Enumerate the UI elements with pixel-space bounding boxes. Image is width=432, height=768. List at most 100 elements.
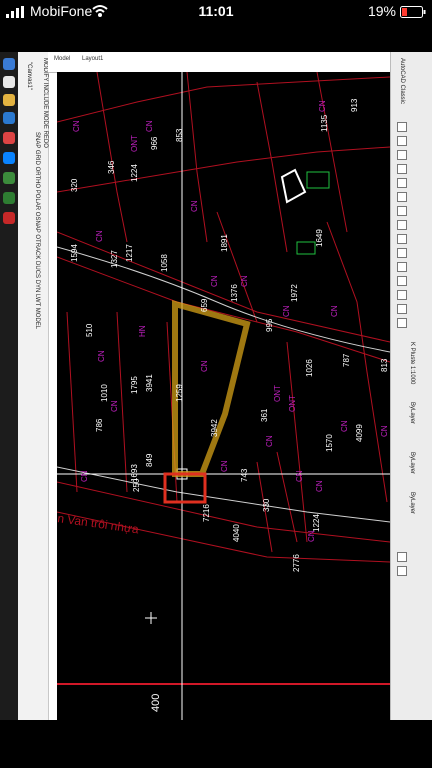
land-code: CN	[95, 230, 104, 242]
scale-selector[interactable]: K Pluste 1:1000	[409, 342, 415, 384]
parcel-number: 659	[200, 298, 209, 312]
parcel-number: 1217	[125, 244, 134, 262]
status-toggles[interactable]: SNAP GRID ORTHO POLAR OSNAP OTRACK DUCS …	[34, 132, 40, 329]
parcel-number: 1327	[110, 250, 119, 268]
toolbar-button[interactable]	[397, 164, 407, 174]
layer-lineweight-select[interactable]: ByLayer	[409, 492, 415, 514]
parcel-number: 743	[240, 468, 249, 482]
land-code: CN	[110, 400, 119, 412]
parcel-number: 1795	[130, 376, 139, 394]
parcel-number: 250	[132, 478, 141, 492]
green-app-icon[interactable]	[3, 172, 15, 184]
parcel-number: 1570	[325, 434, 334, 452]
battery-icon	[400, 6, 426, 18]
toolbar-button[interactable]	[397, 566, 407, 576]
toolbar-button[interactable]	[397, 290, 407, 300]
land-code: CN	[145, 120, 154, 132]
autocad-window: MODIFY INCLUDE MODE REDO SNAP GRID ORTHO…	[0, 52, 432, 720]
parcel-number: 3941	[145, 374, 154, 392]
tab-layout1[interactable]: Layout1	[82, 56, 103, 62]
parcel-number: 3942	[210, 419, 219, 437]
land-code: CN	[210, 275, 219, 287]
parcel-number: 1224	[312, 514, 321, 532]
parcel-number: 1010	[100, 384, 109, 402]
parcel-number: 1376	[230, 284, 239, 302]
toolbar-button[interactable]	[397, 262, 407, 272]
parcel-number: 330	[262, 498, 271, 512]
zalo-icon[interactable]	[3, 152, 15, 164]
properties-panel: AutoCAD Classic K Pluste 1:1000 ByLayer …	[390, 52, 432, 720]
toolbar-button[interactable]	[397, 276, 407, 286]
ie-icon[interactable]	[3, 112, 15, 124]
parcel-number: 813	[380, 358, 389, 372]
parcel-number: 1649	[315, 229, 324, 247]
land-code: ONT	[130, 135, 139, 152]
start-icon[interactable]	[3, 58, 15, 70]
toolbar-button[interactable]	[397, 178, 407, 188]
cadastral-map[interactable]: 913 1135 853 966 1224 346 320 1594 1327 …	[57, 72, 390, 720]
parcel-number: 1594	[70, 244, 79, 262]
parcel-number: 1972	[290, 284, 299, 302]
toolbar-button[interactable]	[397, 304, 407, 314]
cad-drawing-area[interactable]: 913 1135 853 966 1224 346 320 1594 1327 …	[57, 72, 390, 720]
command-strip: MODIFY INCLUDE MODE REDO SNAP GRID ORTHO…	[18, 52, 49, 720]
parcel-number: 1058	[160, 254, 169, 272]
parcel-number: 787	[342, 353, 351, 367]
folder-icon[interactable]	[3, 94, 15, 106]
browser-icon[interactable]	[3, 76, 15, 88]
land-code: CN	[282, 305, 291, 317]
windows-taskbar	[0, 52, 18, 720]
toolbar-button[interactable]	[397, 318, 407, 328]
tab-model[interactable]: Model	[54, 56, 70, 62]
parcel-number: 4040	[232, 524, 241, 542]
drawing-tabs-bar: Model Layout1	[48, 52, 390, 73]
parcel-number: 966	[150, 136, 159, 150]
parcel-number: 346	[107, 160, 116, 174]
land-code: CN	[315, 480, 324, 492]
status-bar: MobiFone 11:01 19%	[0, 0, 432, 24]
chrome-icon[interactable]	[3, 132, 15, 144]
parcel-number: 786	[95, 418, 104, 432]
dimension-text: 400	[150, 694, 162, 712]
green-app-2-icon[interactable]	[3, 192, 15, 204]
lot-marker[interactable]	[163, 472, 207, 504]
autocad-icon[interactable]	[3, 212, 15, 224]
land-code: CN	[80, 470, 89, 482]
parcel-number: 853	[175, 128, 184, 142]
land-code: CN	[307, 530, 316, 542]
parcel-number: 913	[350, 98, 359, 112]
parcel-number: 1891	[220, 234, 229, 252]
layer-color-select[interactable]: ByLayer	[409, 402, 415, 424]
toolbar-button[interactable]	[397, 150, 407, 160]
land-code: CN	[265, 435, 274, 447]
parcel-number: 320	[70, 178, 79, 192]
parcel-number: 1224	[130, 164, 139, 182]
toolbar-button[interactable]	[397, 192, 407, 202]
workspace-label[interactable]: AutoCAD Classic	[399, 58, 405, 104]
parcel-number: 7216	[202, 504, 211, 522]
land-code: CN	[200, 360, 209, 372]
highlighted-parcel[interactable]	[172, 300, 251, 477]
road-label: n Van trôi nhựa	[57, 511, 140, 536]
parcel-number: 1026	[305, 359, 314, 377]
parcel-number: 849	[145, 453, 154, 467]
land-code: CN	[295, 470, 304, 482]
layer-linetype-select[interactable]: ByLayer	[409, 452, 415, 474]
land-code: CN	[318, 100, 327, 112]
parcel-number: 1259	[175, 384, 184, 402]
land-code: CN	[340, 420, 349, 432]
toolbar-button[interactable]	[397, 220, 407, 230]
parcel-number: 4099	[355, 424, 364, 442]
land-code: CN	[220, 460, 229, 472]
parcel-number: 2776	[292, 554, 301, 572]
toolbar-button[interactable]	[397, 552, 407, 562]
toolbar-button[interactable]	[397, 234, 407, 244]
toolbar-button[interactable]	[397, 122, 407, 132]
land-code: CN	[330, 305, 339, 317]
toolbar-button[interactable]	[397, 206, 407, 216]
land-code: CN	[190, 200, 199, 212]
land-code: CN	[240, 275, 249, 287]
toolbar-button[interactable]	[397, 248, 407, 258]
toolbar-button[interactable]	[397, 136, 407, 146]
land-code: HN	[138, 325, 147, 337]
